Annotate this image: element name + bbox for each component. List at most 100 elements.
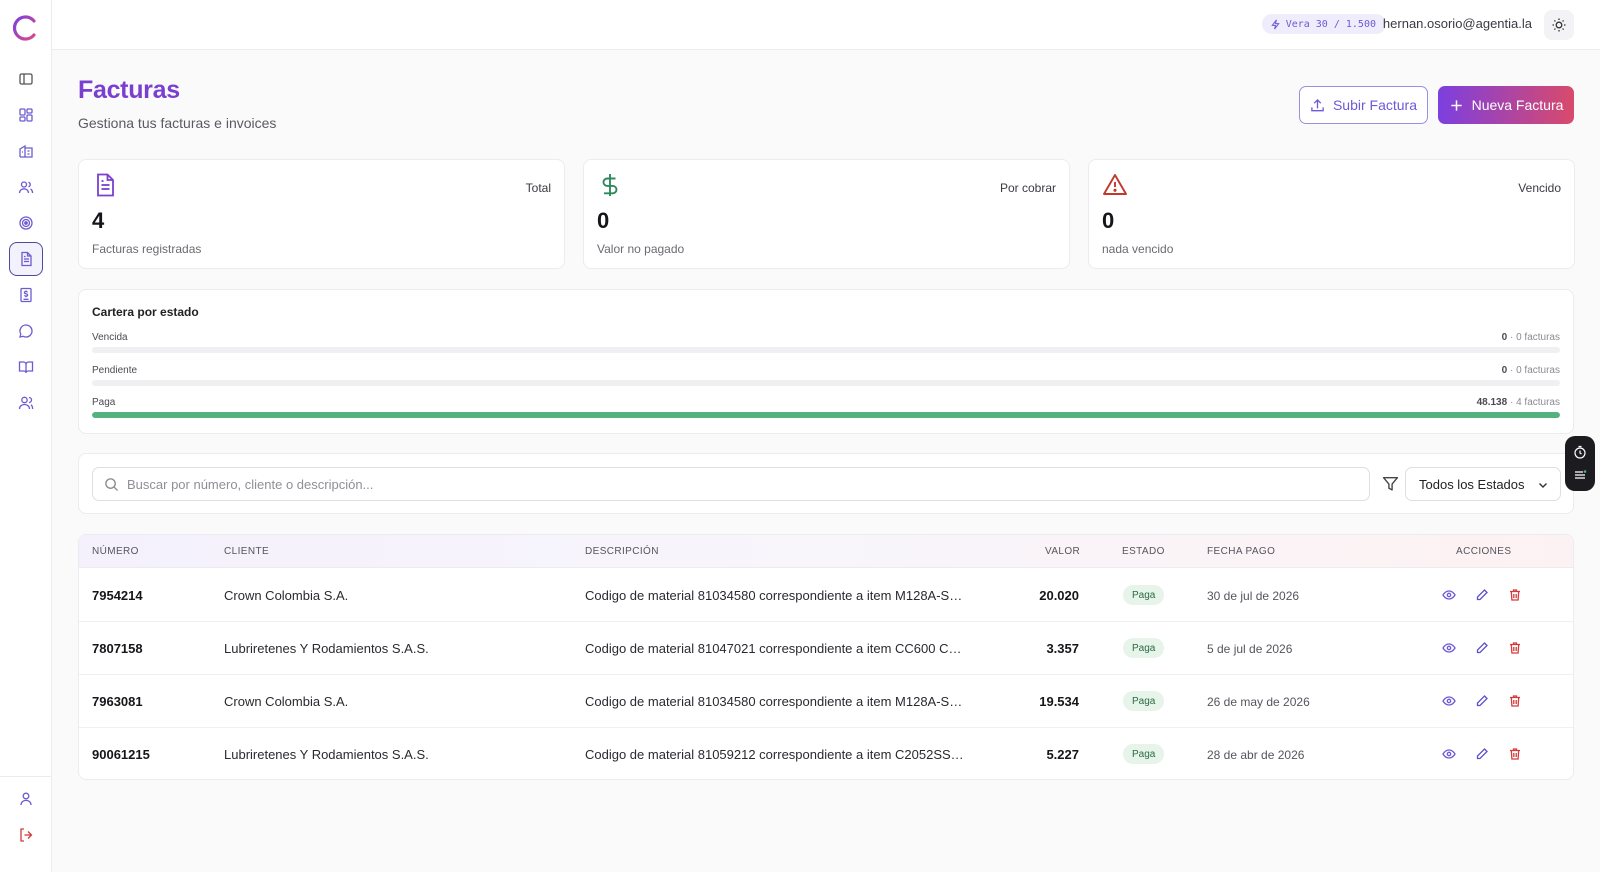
- topbar: Vera 30 / 1.500 hernan.osorio@agentia.la: [52, 0, 1600, 50]
- column-header-cliente[interactable]: CLIENTE: [224, 546, 269, 557]
- logout-icon: [20, 828, 33, 842]
- stat-label: Vencido: [1518, 181, 1561, 195]
- cell-descripcion: Codigo de material 81059212 correspondie…: [585, 747, 964, 762]
- delete-icon[interactable]: [1508, 641, 1522, 655]
- view-icon[interactable]: [1442, 588, 1456, 602]
- sidebar-item-companies[interactable]: [9, 134, 43, 168]
- user-email: hernan.osorio@agentia.la: [1382, 16, 1532, 31]
- table-row[interactable]: 90061215 Lubriretenes Y Rodamientos S.A.…: [79, 728, 1573, 779]
- view-icon[interactable]: [1442, 641, 1456, 655]
- edit-icon[interactable]: [1475, 694, 1489, 708]
- app-logo[interactable]: [12, 14, 40, 42]
- sidebar-item-goals[interactable]: [9, 206, 43, 240]
- warning-icon: [1103, 174, 1127, 195]
- invoices-table: NÚMERO CLIENTE DESCRIPCIÓN VALOR ESTADO …: [78, 534, 1574, 780]
- book-icon: [18, 361, 34, 374]
- dollar-icon: [602, 174, 618, 196]
- cell-valor: 5.227: [1046, 747, 1079, 762]
- invoice-icon: [21, 251, 32, 267]
- table-row[interactable]: 7963081 Crown Colombia S.A. Codigo de ma…: [79, 675, 1573, 728]
- column-header-valor[interactable]: VALOR: [1045, 546, 1080, 557]
- sidebar-item-users[interactable]: [9, 170, 43, 204]
- sidebar: [0, 0, 52, 872]
- stat-value: 0: [597, 208, 610, 233]
- edit-icon[interactable]: [1475, 588, 1489, 602]
- search-box: [92, 467, 1370, 501]
- column-header-acciones: ACCIONES: [1456, 546, 1512, 557]
- filter-icon[interactable]: [1382, 475, 1399, 492]
- cell-descripcion: Codigo de material 81034580 correspondie…: [585, 694, 963, 709]
- edit-icon[interactable]: [1475, 747, 1489, 761]
- column-header-estado[interactable]: ESTADO: [1122, 546, 1165, 557]
- stat-label: Total: [525, 181, 551, 195]
- building-icon: [19, 144, 33, 158]
- status-track: [92, 412, 1560, 418]
- timer-icon[interactable]: [1573, 445, 1587, 459]
- logout-button[interactable]: [9, 818, 43, 852]
- stat-value: 4: [92, 208, 105, 233]
- view-icon[interactable]: [1442, 747, 1456, 761]
- status-amount: 48.138: [1476, 397, 1508, 408]
- cell-numero: 7954214: [92, 588, 143, 603]
- credits-badge[interactable]: Vera 30 / 1.500: [1261, 14, 1386, 34]
- sidebar-item-invoices[interactable]: [9, 242, 43, 276]
- cell-cliente: Lubriretenes Y Rodamientos S.A.S.: [224, 641, 429, 656]
- status-meta: 0 · 0 facturas: [1502, 365, 1560, 376]
- sidebar-item-chat[interactable]: [9, 314, 43, 348]
- sidebar-item-billing[interactable]: [9, 278, 43, 312]
- status-bar-pending: Pendiente 0 · 0 facturas: [92, 365, 1560, 395]
- upload-invoice-button[interactable]: Subir Factura: [1299, 86, 1428, 124]
- sidebar-toggle-button[interactable]: [9, 62, 43, 96]
- credits-text: Vera 30 / 1.500: [1285, 18, 1376, 30]
- table-row[interactable]: 7954214 Crown Colombia S.A. Codigo de ma…: [79, 569, 1573, 622]
- cell-fecha: 5 de jul de 2026: [1207, 642, 1293, 656]
- status-meta: 0 · 0 facturas: [1502, 332, 1560, 343]
- status-meta: 48.138 · 4 facturas: [1477, 397, 1560, 408]
- cell-numero: 7963081: [92, 694, 143, 709]
- upload-invoice-label: Subir Factura: [1332, 97, 1418, 113]
- status-count: · 4 facturas: [1507, 397, 1560, 408]
- delete-icon[interactable]: [1508, 694, 1522, 708]
- status-track: [92, 347, 1560, 353]
- floating-tools-tab[interactable]: [1565, 436, 1595, 491]
- delete-icon[interactable]: [1508, 747, 1522, 761]
- status-badge: Paga: [1123, 744, 1165, 764]
- column-header-numero[interactable]: NÚMERO: [92, 546, 139, 557]
- column-header-descripcion[interactable]: DESCRIPCIÓN: [585, 546, 659, 557]
- search-input[interactable]: [127, 468, 1357, 500]
- cell-valor: 19.534: [1039, 694, 1079, 709]
- document-icon: [97, 173, 114, 197]
- status-bar-overdue: Vencida 0 · 0 facturas: [92, 332, 1560, 362]
- status-count: · 0 facturas: [1507, 332, 1560, 343]
- view-icon[interactable]: [1442, 694, 1456, 708]
- users-icon: [18, 181, 34, 194]
- status-fill: [92, 412, 1560, 418]
- status-filter-select[interactable]: Todos los Estados: [1405, 467, 1561, 501]
- status-badge: Paga: [1123, 585, 1165, 605]
- new-invoice-button[interactable]: Nueva Factura: [1438, 86, 1574, 124]
- stat-label: Por cobrar: [999, 181, 1056, 195]
- cell-cliente: Crown Colombia S.A.: [224, 588, 349, 603]
- delete-icon[interactable]: [1508, 588, 1522, 602]
- search-icon: [105, 478, 119, 492]
- cell-descripcion: Codigo de material 81047021 correspondie…: [585, 641, 962, 656]
- cell-fecha: 30 de jul de 2026: [1207, 589, 1300, 603]
- contacts-icon: [18, 396, 34, 410]
- sidebar-item-contacts[interactable]: [9, 386, 43, 420]
- cell-cliente: Crown Colombia S.A.: [224, 694, 349, 709]
- page-title: Facturas: [78, 76, 180, 104]
- portfolio-title: Cartera por estado: [92, 305, 199, 319]
- table-header: NÚMERO CLIENTE DESCRIPCIÓN VALOR ESTADO …: [79, 535, 1573, 568]
- status-label: Paga: [92, 397, 116, 408]
- status-badge: Paga: [1123, 691, 1165, 711]
- list-icon[interactable]: [1573, 468, 1587, 482]
- table-row[interactable]: 7807158 Lubriretenes Y Rodamientos S.A.S…: [79, 622, 1573, 675]
- sidebar-item-dashboard[interactable]: [9, 98, 43, 132]
- chat-icon: [19, 324, 33, 338]
- sidebar-item-docs[interactable]: [9, 350, 43, 384]
- theme-toggle-button[interactable]: [1544, 10, 1574, 40]
- profile-button[interactable]: [9, 782, 43, 816]
- column-header-fecha[interactable]: FECHA PAGO: [1207, 546, 1275, 557]
- dashboard-icon: [19, 108, 33, 122]
- edit-icon[interactable]: [1475, 641, 1489, 655]
